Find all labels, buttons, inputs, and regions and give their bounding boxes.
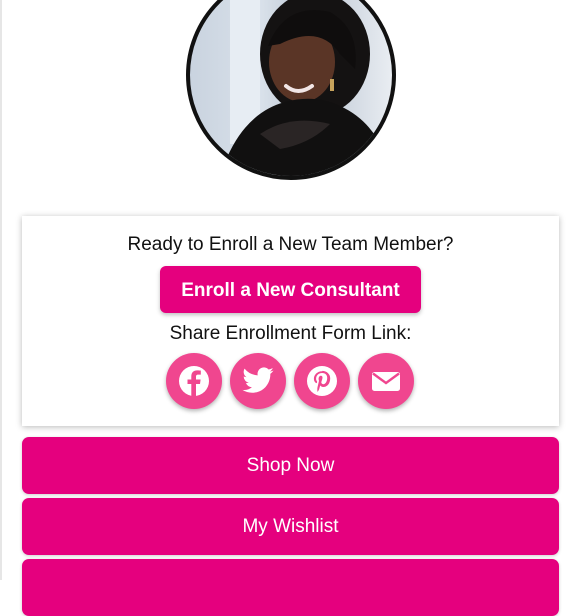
enroll-card: Ready to Enroll a New Team Member? Enrol…: [22, 216, 559, 426]
share-label: Share Enrollment Form Link:: [169, 323, 412, 344]
enroll-consultant-button[interactable]: Enroll a New Consultant: [160, 266, 421, 313]
share-twitter-button[interactable]: [230, 353, 286, 409]
share-facebook-button[interactable]: [166, 353, 222, 409]
menu-button-next[interactable]: [22, 559, 559, 616]
share-email-button[interactable]: [358, 353, 414, 409]
profile-photo: [220, 0, 392, 176]
share-buttons: [166, 353, 416, 409]
pinterest-icon: [307, 366, 337, 396]
my-wishlist-button[interactable]: My Wishlist: [22, 498, 559, 555]
share-pinterest-button[interactable]: [294, 353, 350, 409]
email-icon: [372, 372, 400, 391]
twitter-icon: [242, 367, 274, 393]
shop-now-button[interactable]: Shop Now: [22, 437, 559, 494]
facebook-icon: [179, 366, 209, 396]
enroll-heading: Ready to Enroll a New Team Member?: [127, 234, 454, 255]
avatar: [186, 0, 396, 180]
page-left-border: [0, 0, 2, 580]
